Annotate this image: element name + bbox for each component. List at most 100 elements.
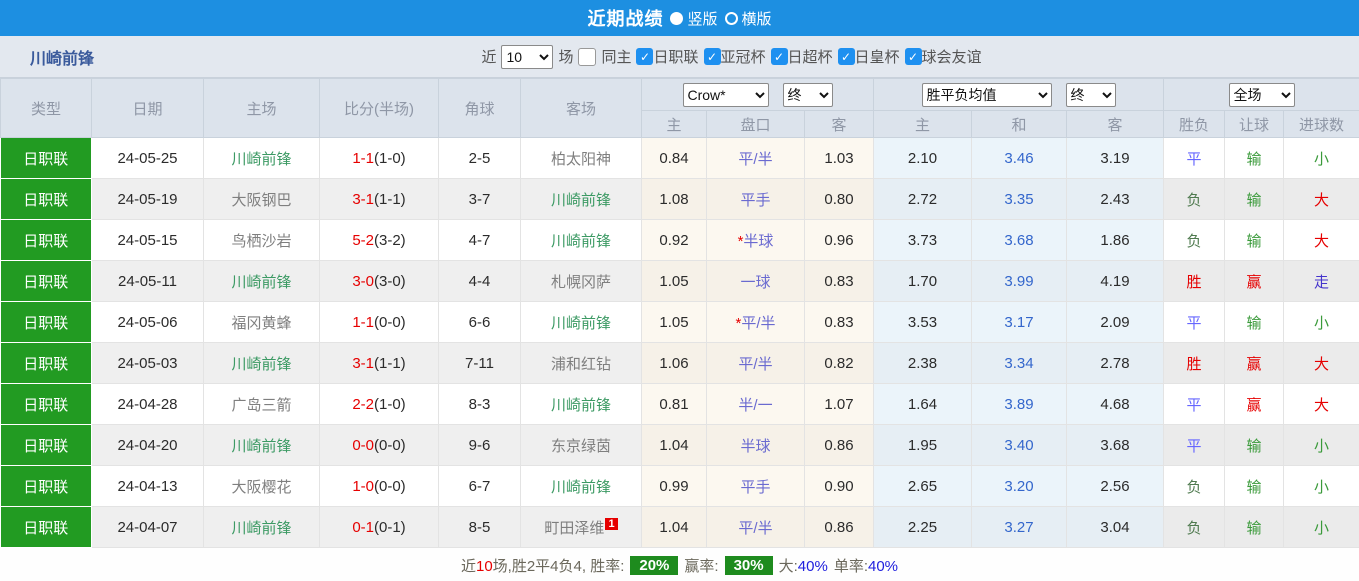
- winloss-cell: 平: [1163, 301, 1226, 343]
- date-cell: 24-04-20: [91, 424, 204, 466]
- league-filter-friendly[interactable]: 球会友谊: [904, 46, 982, 67]
- radio-unselected-icon[interactable]: [724, 11, 738, 25]
- bookmaker-select[interactable]: Crow*: [682, 82, 769, 107]
- home-team-cell[interactable]: 川崎前锋: [203, 506, 320, 548]
- odds-away-cell: 2.78: [1066, 342, 1165, 384]
- away-team-cell[interactable]: 川崎前锋: [520, 465, 642, 507]
- layout-option-horizontal[interactable]: 横版: [724, 8, 772, 29]
- table-row: 日职联 24-05-15 鸟栖沙岩 5-2(3-2) 4-7 川崎前锋 0.92…: [0, 219, 1359, 261]
- layout-option-vertical[interactable]: 竖版: [670, 8, 718, 29]
- goals-result-cell: 小: [1283, 465, 1359, 507]
- col-header-corner: 角球: [438, 78, 521, 138]
- odds-away-cell: 3.04: [1066, 506, 1165, 548]
- odds-state-select[interactable]: 终: [1065, 82, 1116, 107]
- league-filter-japan-j1[interactable]: 日职联: [636, 46, 699, 67]
- home-team-cell[interactable]: 川崎前锋: [203, 260, 320, 302]
- home-team-cell[interactable]: 川崎前锋: [203, 342, 320, 384]
- checked-checkbox-icon[interactable]: [636, 48, 654, 65]
- recent-results-panel: 近期战绩 竖版 横版 川崎前锋 近 10 场 同主 日职联 亚冠杯: [0, 0, 1359, 581]
- summary-footer: 近10场,胜2平4负4, 胜率: 20% 赢率: 30% 大:40% 单率:40…: [0, 548, 1359, 581]
- table-row: 日职联 24-04-07 川崎前锋 0-1(0-1) 8-5 町田泽维 1 1.0…: [0, 506, 1359, 548]
- home-team-cell[interactable]: 鸟栖沙岩: [203, 219, 320, 261]
- results-table: 类型 日期 主场 比分(半场) 角球 客场 Crow* 终 胜平负均值 终 全场…: [0, 78, 1359, 548]
- date-cell: 24-05-06: [91, 301, 204, 343]
- home-team-cell[interactable]: 福冈黄蜂: [203, 301, 320, 343]
- league-label[interactable]: 日皇杯: [855, 46, 900, 67]
- rank-badge: 1: [605, 517, 618, 530]
- score-cell: 3-1(1-1): [319, 342, 439, 384]
- away-team-cell[interactable]: 川崎前锋: [520, 301, 642, 343]
- odds-draw-cell: 3.46: [971, 137, 1068, 179]
- same-home-label: 同主: [601, 49, 632, 66]
- odds-home-cell: 2.65: [873, 465, 973, 507]
- table-row: 日职联 24-05-11 川崎前锋 3-0(3-0) 4-4 札幌冈萨 1.05…: [0, 260, 1359, 302]
- away-team-cell[interactable]: 浦和红钻: [520, 342, 642, 384]
- handicap-cell: 平/半: [706, 342, 805, 384]
- date-cell: 24-05-25: [91, 137, 204, 179]
- league-filter-super-cup[interactable]: 日超杯: [770, 46, 833, 67]
- home-team-cell[interactable]: 广岛三箭: [203, 383, 320, 425]
- radio-selected-icon[interactable]: [670, 11, 684, 25]
- league-label[interactable]: 日超杯: [788, 46, 833, 67]
- date-cell: 24-04-07: [91, 506, 204, 548]
- win-rate-badge: 20%: [630, 556, 679, 575]
- crow-home-odds-cell: 1.06: [641, 342, 707, 384]
- bookmaker-state-select[interactable]: 终: [782, 82, 833, 107]
- odds-home-cell: 2.10: [873, 137, 973, 179]
- league-label[interactable]: 日职联: [653, 46, 698, 67]
- goals-result-cell: 小: [1283, 424, 1359, 466]
- handicap-result-cell: 输: [1224, 465, 1285, 507]
- scope-select[interactable]: 全场: [1228, 82, 1295, 107]
- away-team-cell[interactable]: 东京绿茵: [520, 424, 642, 466]
- handicap-result-cell: 输: [1224, 137, 1285, 179]
- handicap-cell: *平/半: [706, 301, 805, 343]
- handicap-cell: 平/半: [706, 506, 805, 548]
- page-title: 近期战绩: [587, 9, 664, 29]
- score-cell: 1-1(0-0): [319, 301, 439, 343]
- handicap-result-cell: 赢: [1224, 342, 1285, 384]
- away-team-cell[interactable]: 川崎前锋: [520, 178, 642, 220]
- odds-type-select[interactable]: 胜平负均值: [921, 82, 1052, 107]
- crow-away-odds-cell: 0.86: [804, 424, 875, 466]
- score-cell: 0-1(0-1): [319, 506, 439, 548]
- away-team-cell[interactable]: 柏太阳神: [520, 137, 642, 179]
- league-cell: 日职联: [0, 137, 92, 179]
- away-team-cell[interactable]: 川崎前锋: [520, 219, 642, 261]
- horizontal-label[interactable]: 横版: [742, 8, 772, 29]
- league-cell: 日职联: [0, 465, 92, 507]
- corner-cell: 8-5: [438, 506, 521, 548]
- odds-draw-cell: 3.89: [971, 383, 1068, 425]
- home-team-cell[interactable]: 大阪钢巴: [203, 178, 320, 220]
- home-team-cell[interactable]: 大阪樱花: [203, 465, 320, 507]
- league-filter-emperor-cup[interactable]: 日皇杯: [837, 46, 900, 67]
- handicap-dropdown-group: Crow* 终: [640, 78, 875, 111]
- home-team-cell[interactable]: 川崎前锋: [203, 137, 320, 179]
- crow-home-odds-cell: 0.92: [641, 219, 707, 261]
- vertical-label[interactable]: 竖版: [687, 8, 717, 29]
- league-cell: 日职联: [0, 506, 92, 548]
- checked-checkbox-icon[interactable]: [837, 48, 855, 65]
- league-label[interactable]: 球会友谊: [922, 46, 982, 67]
- away-team-cell[interactable]: 札幌冈萨: [520, 260, 642, 302]
- same-home-checkbox[interactable]: [578, 47, 597, 66]
- away-team-cell[interactable]: 町田泽维 1: [520, 506, 642, 548]
- col-header-away: 客场: [520, 78, 642, 138]
- recent-label: 近: [481, 49, 497, 66]
- handicap-result-cell: 输: [1224, 506, 1285, 548]
- checked-checkbox-icon[interactable]: [904, 48, 922, 65]
- checked-checkbox-icon[interactable]: [703, 48, 721, 65]
- match-count-select[interactable]: 10: [501, 44, 554, 69]
- league-filter-acl[interactable]: 亚冠杯: [703, 46, 766, 67]
- league-label[interactable]: 亚冠杯: [721, 46, 766, 67]
- winloss-cell: 负: [1163, 506, 1226, 548]
- winloss-cell: 负: [1163, 219, 1226, 261]
- crow-away-odds-cell: 0.86: [804, 506, 875, 548]
- handicap-cell: 平手: [706, 465, 805, 507]
- sub-header-crow-home: 主: [641, 110, 707, 138]
- odds-away-cell: 2.09: [1066, 301, 1165, 343]
- goals-result-cell: 大: [1283, 383, 1359, 425]
- home-team-cell[interactable]: 川崎前锋: [203, 424, 320, 466]
- checked-checkbox-icon[interactable]: [770, 48, 788, 65]
- away-team-cell[interactable]: 川崎前锋: [520, 383, 642, 425]
- crow-home-odds-cell: 0.84: [641, 137, 707, 179]
